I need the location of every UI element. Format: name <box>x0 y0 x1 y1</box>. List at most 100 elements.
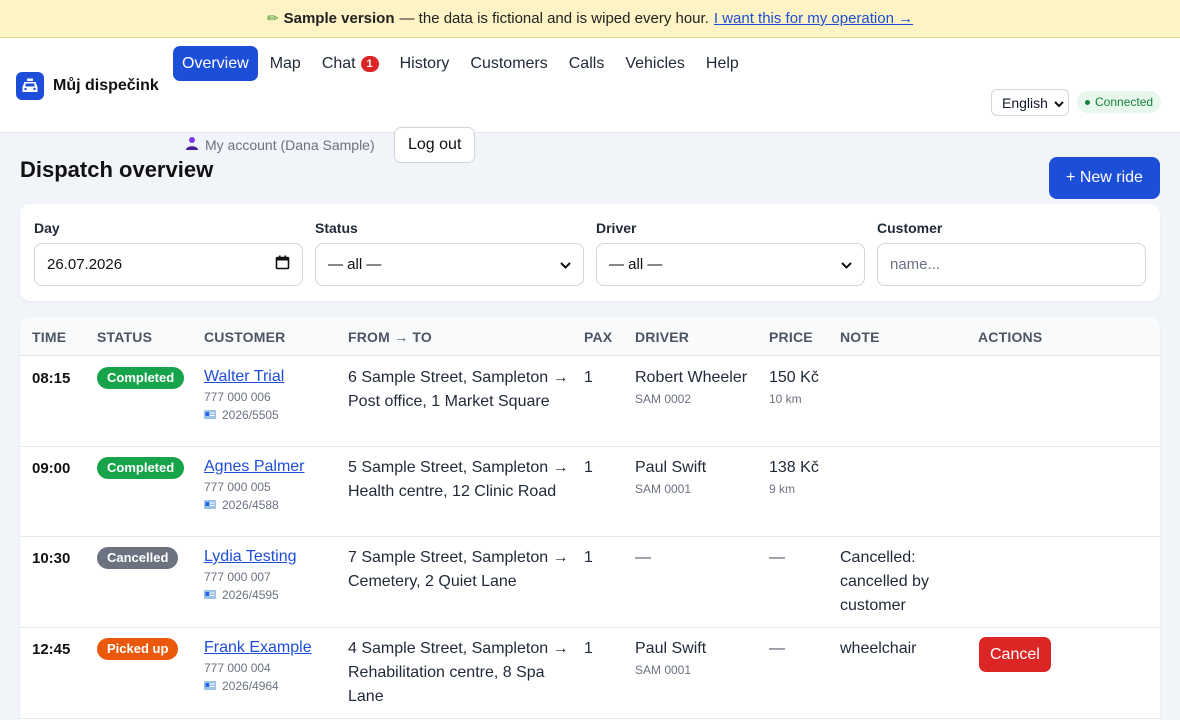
ride-time: 08:15 <box>32 370 71 387</box>
price-cell: 138 Kč 9 km <box>769 459 819 496</box>
id-card-icon <box>204 679 216 693</box>
driver-filter: Driver — all — <box>596 220 865 286</box>
driver-cell: Robert Wheeler SAM 0002 <box>635 369 747 406</box>
ride-time: 12:45 <box>32 641 71 658</box>
brand[interactable]: Můj dispečink <box>16 72 159 100</box>
ride-time: 09:00 <box>32 460 71 477</box>
col-note-header: NOTE <box>840 329 880 345</box>
logout-button[interactable]: Log out <box>394 127 476 163</box>
customer-phone: 777 000 007 <box>204 570 271 584</box>
filter-panel: Day 26.07.2026 Status — all — Driver — a… <box>20 204 1160 301</box>
nav-vehicles-label: Vehicles <box>625 54 685 72</box>
status-badge: Cancelled <box>97 547 179 569</box>
language-value: English <box>1002 94 1048 111</box>
nav-history[interactable]: History <box>391 46 459 81</box>
table-row[interactable]: 12:45 Picked up Frank Example 777 000 00… <box>20 628 1160 719</box>
customer-cell: Agnes Palmer 777 000 005 2026/4588 <box>204 458 305 512</box>
customer-link[interactable]: Agnes Palmer <box>204 458 305 476</box>
driver-filter-label: Driver <box>596 220 637 236</box>
nav-chat[interactable]: Chat 1 <box>313 46 388 81</box>
nav-chat-label: Chat <box>321 54 356 72</box>
ride-price: — <box>769 549 785 566</box>
col-customer-header: CUSTOMER <box>204 329 286 345</box>
vehicle-plate: SAM 0001 <box>635 482 692 496</box>
sample-banner: ✏ Sample version — the data is fictional… <box>0 0 1180 38</box>
customer-link[interactable]: Frank Example <box>204 639 312 657</box>
ride-note: wheelchair <box>840 640 917 657</box>
ride-price: 138 Kč <box>769 459 819 476</box>
day-filter: Day 26.07.2026 <box>34 220 303 286</box>
table-row[interactable]: 08:15 Completed Walter Trial 777 000 006… <box>20 356 1160 447</box>
ride-distance: 9 km <box>769 482 796 496</box>
customer-link[interactable]: Walter Trial <box>204 368 284 386</box>
driver-select[interactable]: — all — <box>596 243 865 286</box>
customer-phone: 777 000 004 <box>204 661 271 675</box>
nav-overview[interactable]: Overview <box>173 46 258 81</box>
id-card-icon <box>204 498 216 512</box>
my-account-link[interactable]: My account (Dana Sample) <box>185 136 375 153</box>
calendar-icon[interactable] <box>275 255 290 274</box>
status-badge: Completed <box>97 457 185 479</box>
customer-cell: Walter Trial 777 000 006 2026/5505 <box>204 368 284 422</box>
top-navigation-bar: Můj dispečink Overview Map Chat 1 Histor… <box>0 38 1180 163</box>
driver-name: Robert Wheeler <box>635 369 748 386</box>
col-status-header: STATUS <box>97 329 153 345</box>
nav-map[interactable]: Map <box>261 46 310 81</box>
ride-time: 10:30 <box>32 550 71 567</box>
id-card-icon <box>204 408 216 422</box>
ride-pax: 1 <box>584 459 593 476</box>
status-select-value: — all — <box>328 256 382 273</box>
col-route-header: FROM → TO <box>348 329 432 345</box>
driver-select-value: — all — <box>609 256 663 273</box>
pencil-icon: ✏ <box>266 10 279 26</box>
driver-name: — <box>635 549 651 566</box>
price-cell: 150 Kč 10 km <box>769 369 819 406</box>
status-filter-label: Status <box>315 220 358 236</box>
customer-link[interactable]: Lydia Testing <box>204 548 297 566</box>
nav-help[interactable]: Help <box>697 46 748 81</box>
nav-customers[interactable]: Customers <box>461 46 556 81</box>
status-dot-icon <box>1085 99 1090 105</box>
table-row[interactable]: 10:30 Cancelled Lydia Testing 777 000 00… <box>20 537 1160 628</box>
rides-table: TIME STATUS CUSTOMER FROM → TO PAX DRIVE… <box>20 317 1160 720</box>
ride-pax: 1 <box>584 549 593 566</box>
customer-card-number: 2026/4964 <box>222 679 279 693</box>
vehicle-plate: SAM 0001 <box>635 663 692 677</box>
col-pax-header: PAX <box>584 329 613 345</box>
brand-name: Můj dispečink <box>53 77 159 94</box>
customer-phone: 777 000 005 <box>204 480 271 494</box>
table-row[interactable]: 09:00 Completed Agnes Palmer 777 000 005… <box>20 447 1160 537</box>
chevron-down-icon <box>560 256 571 273</box>
customer-card-number: 2026/4588 <box>222 498 279 512</box>
main-nav: Overview Map Chat 1 History Customers Ca… <box>173 46 751 81</box>
cancel-ride-button[interactable]: Cancel <box>979 637 1051 672</box>
status-select[interactable]: — all — <box>315 243 584 286</box>
ride-pax: 1 <box>584 640 593 657</box>
banner-cta-link[interactable]: I want this for my operation → <box>714 10 913 27</box>
nav-map-label: Map <box>269 54 301 72</box>
customer-cell: Frank Example 777 000 004 2026/4964 <box>204 639 312 693</box>
driver-name: Paul Swift <box>635 459 707 476</box>
ride-pax: 1 <box>584 369 593 386</box>
nav-vehicles[interactable]: Vehicles <box>616 46 694 81</box>
status-badge: Completed <box>97 367 185 389</box>
col-price-header: PRICE <box>769 329 813 345</box>
driver-name: Paul Swift <box>635 640 707 657</box>
taxi-icon <box>16 72 44 100</box>
language-select[interactable]: English <box>991 89 1069 116</box>
vehicle-plate: SAM 0002 <box>635 392 692 406</box>
status-filter: Status — all — <box>315 220 584 286</box>
chevron-down-icon <box>1054 95 1064 111</box>
my-account-label: My account (Dana Sample) <box>205 136 375 153</box>
new-ride-button[interactable]: + New ride <box>1049 157 1160 199</box>
customer-card-number: 2026/4595 <box>222 588 279 602</box>
chat-unread-badge: 1 <box>360 55 379 72</box>
nav-calls-label: Calls <box>568 54 605 72</box>
customer-search-input[interactable]: name... <box>877 243 1146 286</box>
nav-calls[interactable]: Calls <box>560 46 614 81</box>
page-title: Dispatch overview <box>20 157 214 182</box>
id-card-icon <box>204 588 216 602</box>
day-date-input[interactable]: 26.07.2026 <box>34 243 303 286</box>
customer-filter: Customer name... <box>877 220 1146 286</box>
nav-overview-label: Overview <box>182 54 249 72</box>
